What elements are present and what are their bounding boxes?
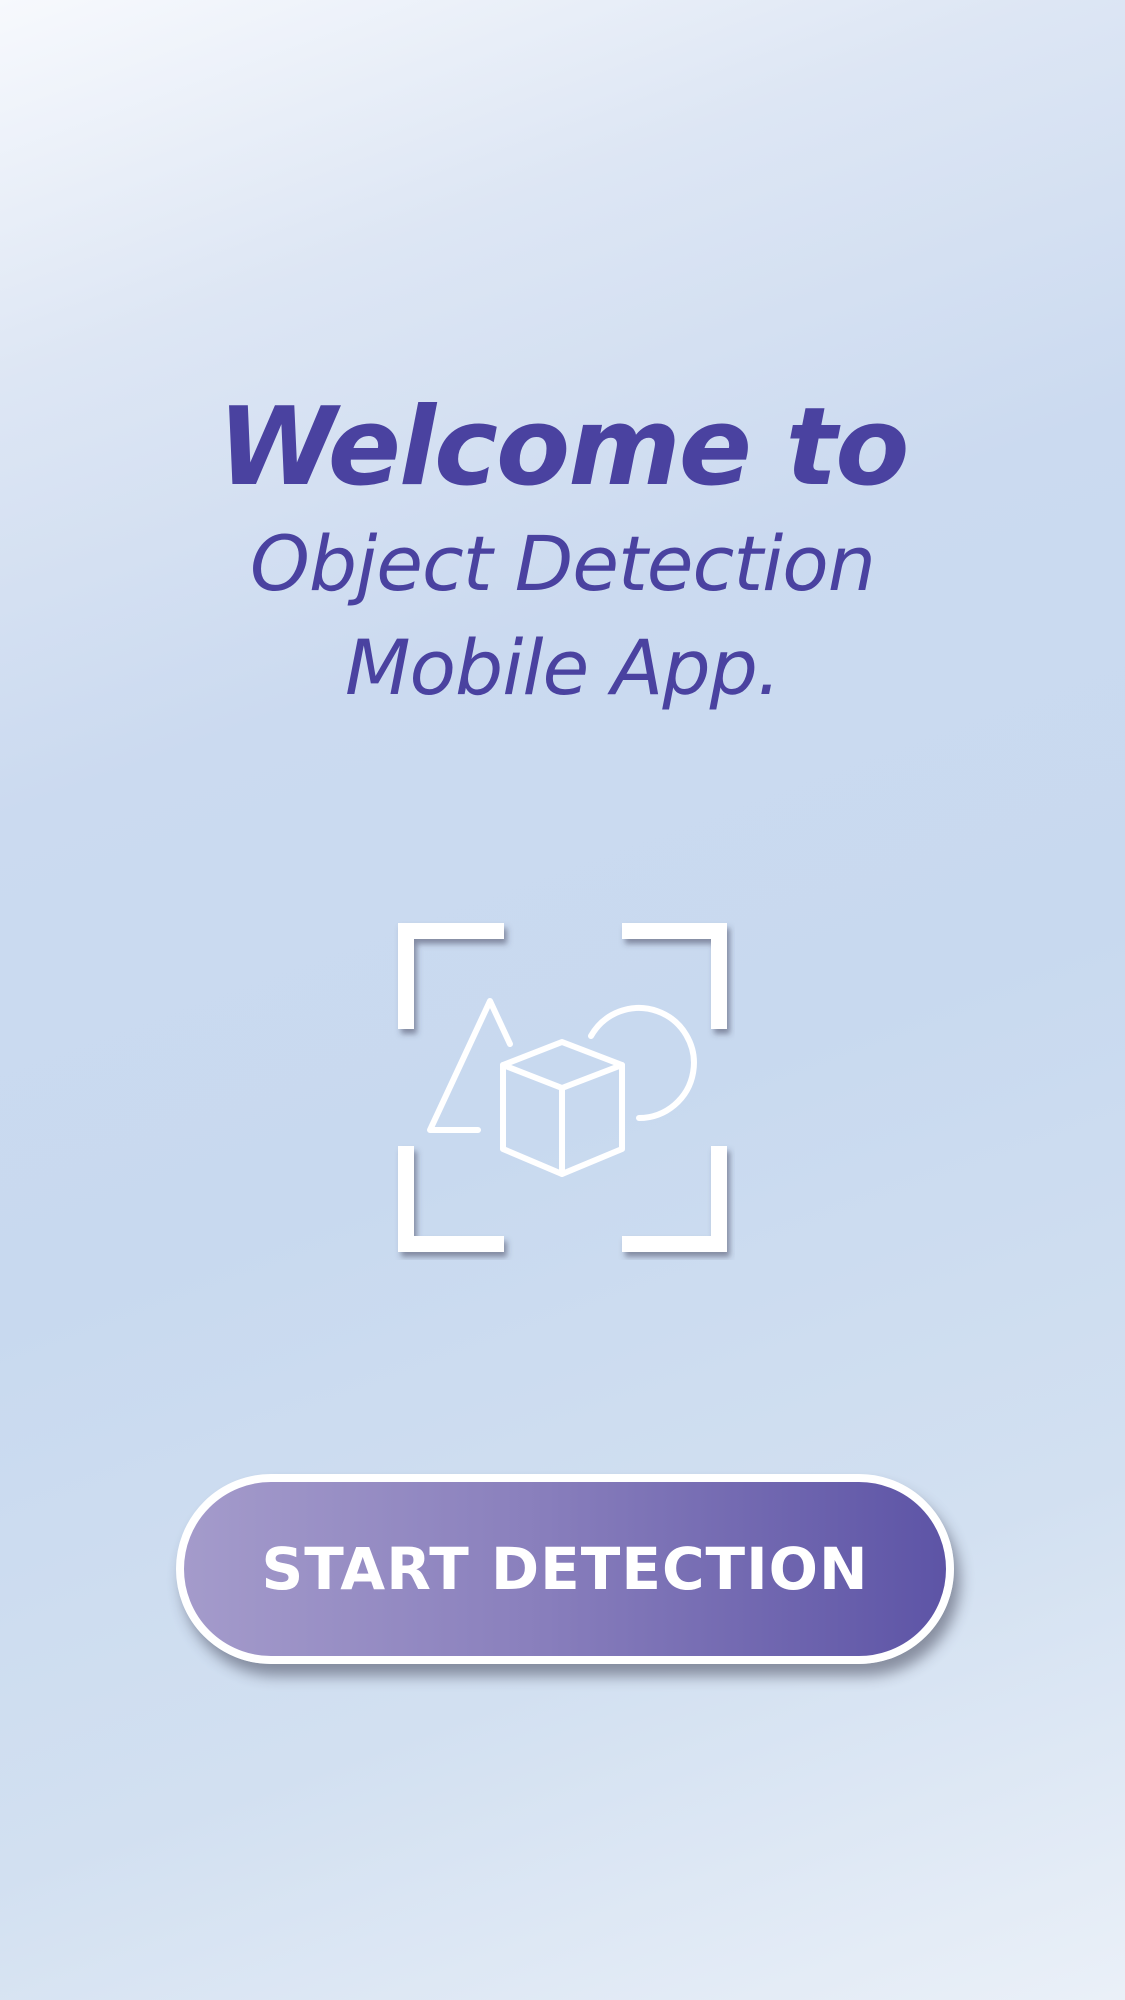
welcome-heading: Welcome to Object Detection Mobile App. <box>0 390 1125 718</box>
object-detection-icon <box>390 915 735 1260</box>
welcome-title-line1: Welcome to <box>217 385 910 510</box>
shapes-outline <box>427 998 697 1177</box>
start-detection-label: START DETECTION <box>261 1535 869 1603</box>
welcome-title-line3: Mobile App. <box>344 623 781 712</box>
start-detection-button[interactable]: START DETECTION <box>176 1474 954 1664</box>
welcome-title-line2: Object Detection <box>250 519 876 608</box>
